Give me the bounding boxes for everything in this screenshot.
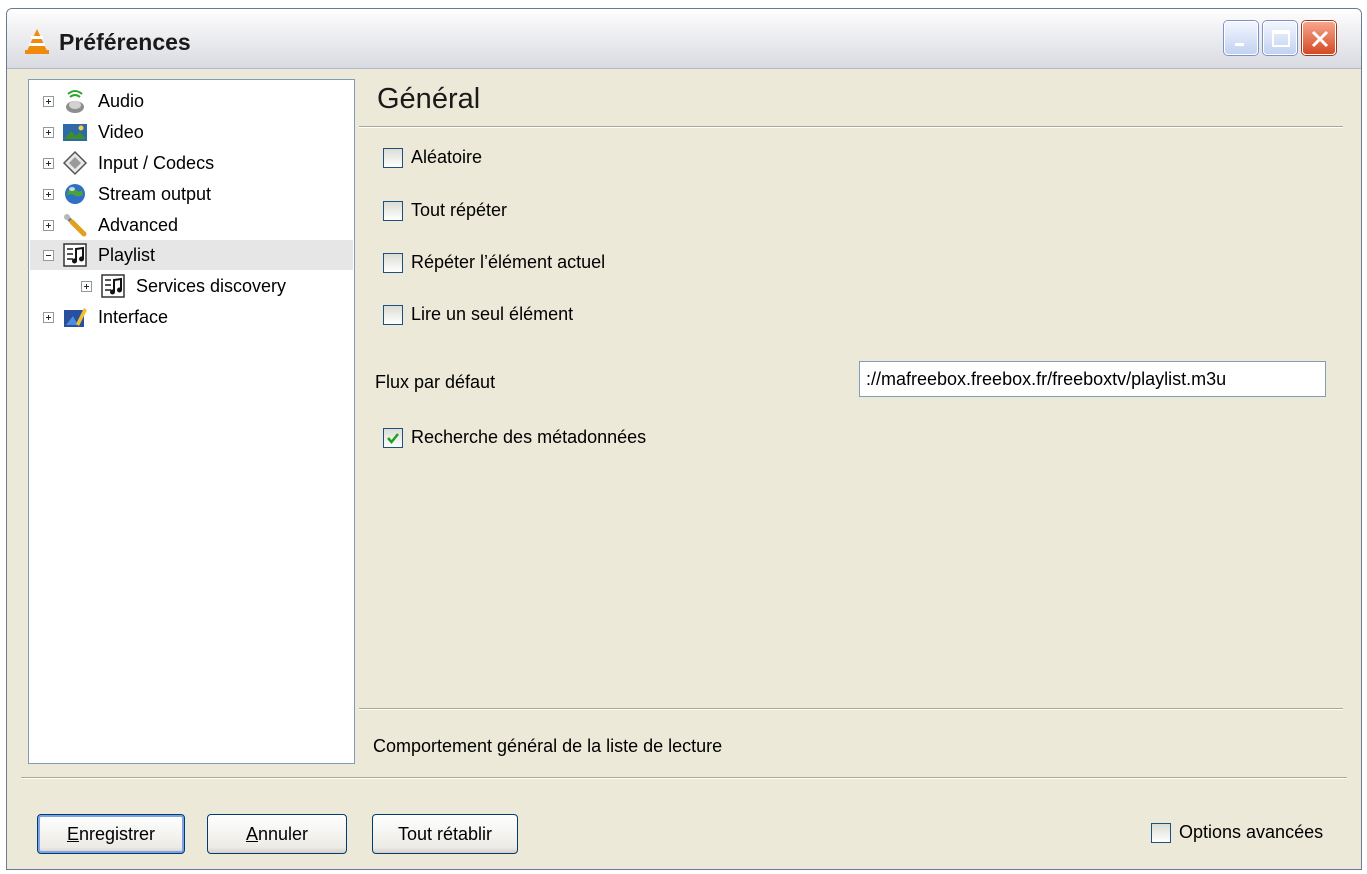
interface-icon xyxy=(64,308,87,327)
tree-item-label: Interface xyxy=(98,306,169,327)
footer-divider xyxy=(21,777,1347,779)
expand-icon[interactable] xyxy=(43,188,54,200)
advanced-options-label: Options avancées xyxy=(1179,822,1324,842)
tree-item-interface[interactable]: Interface xyxy=(43,302,168,332)
services-discovery-icon xyxy=(101,274,125,298)
status-description: Comportement général de la liste de lect… xyxy=(373,736,723,756)
option-label: Répéter l’élément actuel xyxy=(411,252,606,272)
collapse-icon[interactable] xyxy=(43,249,54,261)
playlist-icon xyxy=(63,243,87,267)
tree-item-services-discovery[interactable]: Services discovery xyxy=(81,271,286,301)
tree-item-advanced[interactable]: Advanced xyxy=(43,210,178,240)
stream-output-icon xyxy=(65,184,85,204)
advanced-options-toggle[interactable]: Options avancées xyxy=(1151,822,1323,843)
option-label: Lire un seul élément xyxy=(411,304,574,324)
category-tree[interactable]: Audio Video Input / Codecs Stream output… xyxy=(28,79,355,764)
option-label: Recherche des métadonnées xyxy=(411,427,647,447)
tree-item-input-codecs[interactable]: Input / Codecs xyxy=(43,148,214,178)
minimize-icon xyxy=(1235,43,1244,46)
option-label: Aléatoire xyxy=(411,147,483,167)
audio-icon xyxy=(66,90,84,113)
tree-item-label: Playlist xyxy=(98,244,156,265)
expand-icon[interactable] xyxy=(43,157,54,169)
minimize-button[interactable] xyxy=(1224,21,1258,55)
option-metadata-search[interactable]: Recherche des métadonnées xyxy=(383,427,646,448)
title-bar[interactable]: Préférences xyxy=(7,9,1361,69)
title-divider xyxy=(359,126,1343,128)
settings-panel: Général Aléatoire Tout répéter Répéter l… xyxy=(359,79,1345,779)
window-title: Préférences xyxy=(59,29,191,55)
default-stream-label: Flux par défaut xyxy=(375,372,496,392)
save-label-rest: nregistrer xyxy=(78,823,156,844)
checkmark-icon xyxy=(387,432,399,444)
checkbox[interactable] xyxy=(383,304,403,325)
cancel-button[interactable]: Annuler xyxy=(207,814,347,854)
default-stream-input[interactable] xyxy=(859,361,1326,397)
advanced-icon xyxy=(64,214,87,237)
close-icon xyxy=(1311,30,1329,48)
expand-icon[interactable] xyxy=(43,219,54,231)
checkbox[interactable] xyxy=(383,147,403,168)
tree-item-video[interactable]: Video xyxy=(43,117,144,147)
tree-item-label: Audio xyxy=(98,90,145,111)
option-tout-repeter[interactable]: Tout répéter xyxy=(383,200,507,221)
tree-item-playlist[interactable]: Playlist xyxy=(30,240,353,270)
save-mnemonic: E xyxy=(66,823,79,844)
tree-item-label: Input / Codecs xyxy=(98,152,215,173)
checkbox[interactable] xyxy=(1151,822,1171,843)
vlc-cone-icon xyxy=(25,29,49,54)
maximize-button[interactable] xyxy=(1263,21,1297,55)
option-repeter-element[interactable]: Répéter l’élément actuel xyxy=(383,252,605,273)
tree-item-audio[interactable]: Audio xyxy=(43,86,144,116)
tree-item-label: Services discovery xyxy=(136,275,287,296)
checkbox[interactable] xyxy=(383,200,403,221)
save-button[interactable]: Enregistrer xyxy=(37,814,185,854)
video-icon xyxy=(63,124,87,141)
status-divider xyxy=(359,708,1343,710)
tree-item-stream-output[interactable]: Stream output xyxy=(43,179,211,209)
cancel-label-rest: nnuler xyxy=(257,823,309,844)
cancel-mnemonic: A xyxy=(245,823,258,844)
option-lire-seul-element[interactable]: Lire un seul élément xyxy=(383,304,573,325)
expand-icon[interactable] xyxy=(43,311,54,323)
tree-item-label: Stream output xyxy=(98,183,212,204)
reset-all-button[interactable]: Tout rétablir xyxy=(372,814,518,854)
expand-icon[interactable] xyxy=(81,280,92,292)
checkbox-checked[interactable] xyxy=(383,427,403,448)
section-title: Général xyxy=(377,83,481,115)
tree-item-label: Advanced xyxy=(98,214,179,235)
option-label: Tout répéter xyxy=(411,200,508,220)
maximize-icon xyxy=(1272,30,1290,47)
expand-icon[interactable] xyxy=(43,126,54,138)
preferences-window: Préférences Audio Video Input / Codecs S… xyxy=(6,8,1362,870)
close-button[interactable] xyxy=(1302,21,1336,55)
expand-icon[interactable] xyxy=(43,95,54,107)
input-codecs-icon xyxy=(62,150,88,176)
checkbox[interactable] xyxy=(383,252,403,273)
tree-item-label: Video xyxy=(98,121,144,142)
option-aleatoire[interactable]: Aléatoire xyxy=(383,147,482,168)
